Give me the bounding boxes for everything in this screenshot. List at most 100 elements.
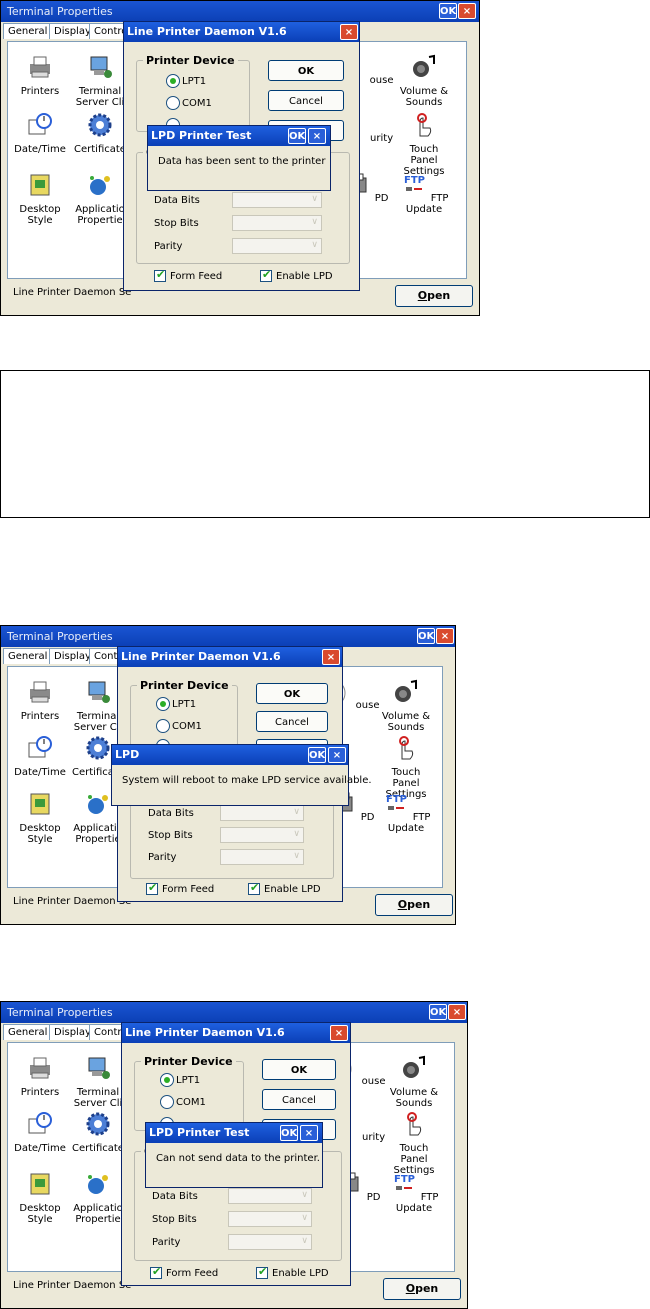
lpd-cancel-button[interactable]: Cancel bbox=[268, 90, 344, 111]
radio-com1-label: COM1 bbox=[172, 721, 202, 732]
calendar-clock-icon bbox=[28, 113, 52, 135]
terminal-server-item[interactable]: Terminal Server Cli bbox=[72, 54, 128, 108]
printer-device-group: Printer Device bbox=[134, 1055, 244, 1131]
message-box-3-text: Can not send data to the printer. bbox=[156, 1153, 320, 1164]
application-properties-label: Applicatio Propertie bbox=[73, 823, 123, 845]
radio-com1[interactable] bbox=[166, 96, 180, 110]
certificates-item[interactable]: Certificate bbox=[70, 1111, 126, 1154]
radio-lpt1[interactable] bbox=[166, 74, 180, 88]
date-time-item[interactable]: Date/Time bbox=[12, 112, 68, 155]
volume-sounds-item[interactable]: Volume & Sounds bbox=[378, 679, 434, 733]
open-button-mnemonic: O bbox=[405, 1282, 416, 1295]
data-bits-select[interactable] bbox=[228, 1188, 312, 1204]
ok-title-button[interactable]: OK bbox=[429, 1004, 447, 1020]
radio-com1[interactable] bbox=[160, 1095, 174, 1109]
terminal-server-icon bbox=[88, 681, 110, 703]
open-button[interactable]: Open bbox=[383, 1278, 461, 1300]
radio-com1[interactable] bbox=[156, 719, 170, 733]
enable-lpd-checkbox[interactable] bbox=[260, 268, 272, 282]
open-button-mnemonic: O bbox=[397, 898, 408, 911]
lpd-dialog-close-button[interactable]: × bbox=[322, 649, 340, 665]
lpd-dialog-close-button[interactable]: × bbox=[330, 1025, 348, 1041]
terminal-server-icon bbox=[88, 1057, 110, 1079]
close-title-button[interactable]: × bbox=[448, 1004, 466, 1020]
message-box-3-close-button[interactable]: × bbox=[300, 1125, 318, 1141]
form-feed-checkbox[interactable] bbox=[150, 1265, 162, 1279]
ftp-update-item[interactable]: FTP FTP Update bbox=[396, 172, 452, 215]
data-bits-select[interactable] bbox=[232, 192, 322, 208]
parity-select[interactable] bbox=[228, 1234, 312, 1250]
printers-item[interactable]: Printers bbox=[12, 1055, 68, 1098]
parity-select[interactable] bbox=[220, 849, 304, 865]
volume-sounds-item[interactable]: Volume & Sounds bbox=[386, 1055, 442, 1109]
application-icon bbox=[90, 176, 110, 195]
lpd-dialog-close-button[interactable]: × bbox=[340, 24, 358, 40]
stop-bits-select[interactable] bbox=[228, 1211, 312, 1227]
form-feed-label: Form Feed bbox=[170, 271, 223, 282]
certificates-label: Certificate bbox=[72, 1143, 124, 1154]
enable-lpd-checkbox[interactable] bbox=[248, 881, 260, 895]
open-button[interactable]: Open bbox=[375, 894, 453, 916]
ftp-update-item[interactable]: FTP FTP Update bbox=[378, 791, 434, 834]
date-time-item[interactable]: Date/Time bbox=[12, 1111, 68, 1154]
desktop-style-item[interactable]: Desktop Style bbox=[12, 1171, 68, 1225]
parity-label: Parity bbox=[154, 241, 183, 252]
ftp-update-item[interactable]: FTP FTP Update bbox=[386, 1171, 442, 1214]
ok-title-button[interactable]: OK bbox=[417, 628, 435, 644]
close-title-button[interactable]: × bbox=[458, 3, 476, 19]
data-bits-label: Data Bits bbox=[148, 808, 194, 819]
stop-bits-select[interactable] bbox=[232, 215, 322, 231]
radio-lpt1[interactable] bbox=[156, 697, 170, 711]
window-title: Terminal Properties bbox=[7, 1006, 113, 1019]
desktop-style-item[interactable]: Desktop Style bbox=[12, 172, 68, 226]
printer-icon bbox=[30, 681, 50, 703]
volume-sounds-item[interactable]: Volume & Sounds bbox=[396, 54, 452, 108]
lpd-ok-button[interactable]: OK bbox=[262, 1059, 336, 1080]
form-feed-checkbox[interactable] bbox=[154, 268, 166, 282]
message-box-3: LPD Printer Test OK × Can not send data … bbox=[145, 1122, 323, 1188]
terminal-server-icon bbox=[90, 56, 112, 78]
open-button-text: pen bbox=[427, 289, 451, 302]
printers-item[interactable]: Printers bbox=[12, 679, 68, 722]
touch-panel-item[interactable]: Touch Panel Settings bbox=[396, 112, 452, 177]
gear-icon bbox=[88, 113, 112, 137]
message-box-1-close-button[interactable]: × bbox=[308, 128, 326, 144]
touch-panel-item[interactable]: Touch Panel Settings bbox=[386, 1111, 442, 1176]
message-box-2-ok-button[interactable]: OK bbox=[308, 747, 326, 763]
mouse-label: ouse bbox=[369, 75, 394, 86]
message-box-2-close-button[interactable]: × bbox=[328, 747, 346, 763]
radio-lpt1[interactable] bbox=[160, 1073, 174, 1087]
application-properties-label: Applicatio Propertie bbox=[75, 204, 125, 226]
lpd-ok-button[interactable]: OK bbox=[256, 683, 328, 704]
volume-sounds-label: Volume & Sounds bbox=[381, 711, 431, 733]
application-properties-item[interactable]: Applicatio Propertie bbox=[70, 1171, 126, 1225]
terminal-server-item[interactable]: Terminal Server Cli bbox=[70, 1055, 126, 1109]
tab-general[interactable]: General bbox=[3, 1024, 53, 1040]
radio-com1-label: COM1 bbox=[176, 1097, 206, 1108]
form-feed-checkbox[interactable] bbox=[146, 881, 158, 895]
message-box-1-ok-button[interactable]: OK bbox=[288, 128, 306, 144]
tab-general[interactable]: General bbox=[3, 23, 53, 39]
data-bits-select[interactable] bbox=[220, 805, 304, 821]
certificates-item[interactable]: Certificate bbox=[72, 112, 128, 155]
open-button[interactable]: Open bbox=[395, 285, 473, 307]
date-time-item[interactable]: Date/Time bbox=[12, 735, 68, 778]
ok-title-button[interactable]: OK bbox=[439, 3, 457, 19]
terminal-server-label: Terminal Server Cli bbox=[75, 86, 125, 108]
lpd-ok-button[interactable]: OK bbox=[268, 60, 344, 81]
parity-select[interactable] bbox=[232, 238, 322, 254]
desktop-icon bbox=[30, 1173, 50, 1195]
close-title-button[interactable]: × bbox=[436, 628, 454, 644]
message-box-3-ok-button[interactable]: OK bbox=[280, 1125, 298, 1141]
open-button-text: pen bbox=[407, 898, 431, 911]
lpd-cancel-button[interactable]: Cancel bbox=[256, 711, 328, 732]
stop-bits-select[interactable] bbox=[220, 827, 304, 843]
application-properties-item[interactable]: Applicatio Propertie bbox=[72, 172, 128, 226]
printers-item[interactable]: Printers bbox=[12, 54, 68, 97]
tab-general[interactable]: General bbox=[3, 648, 53, 664]
desktop-style-item[interactable]: Desktop Style bbox=[12, 791, 68, 845]
message-box-1-titlebar: LPD Printer Test OK × bbox=[148, 126, 330, 146]
enable-lpd-checkbox[interactable] bbox=[256, 1265, 268, 1279]
application-properties-label: Applicatio Propertie bbox=[73, 1203, 123, 1225]
lpd-cancel-button[interactable]: Cancel bbox=[262, 1089, 336, 1110]
